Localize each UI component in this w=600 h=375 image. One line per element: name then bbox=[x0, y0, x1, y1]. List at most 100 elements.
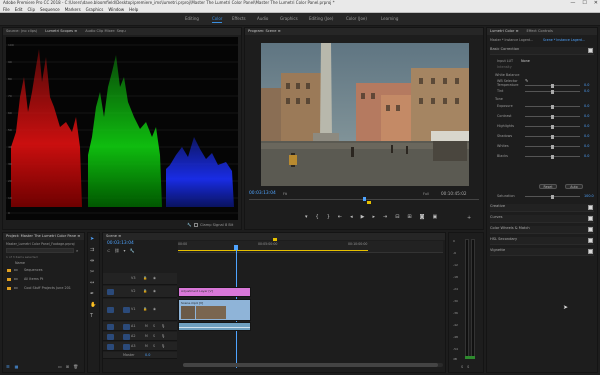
microphone-icon[interactable]: 🎙 bbox=[161, 324, 165, 328]
tab-sequence[interactable]: Scene ≡ bbox=[106, 233, 121, 240]
toggle-sync-lock-icon[interactable]: 🔒 bbox=[143, 289, 147, 293]
menu-sequence[interactable]: Sequence bbox=[40, 6, 60, 12]
slider-knob[interactable] bbox=[551, 104, 554, 109]
tab-source[interactable]: Source: (no clips) bbox=[6, 28, 37, 35]
list-item[interactable]: ▭ All Items Pt bbox=[6, 276, 82, 283]
adjustment-layer-clip[interactable]: Adjustment Layer [V] bbox=[178, 287, 251, 297]
razor-tool-icon[interactable]: ✂ bbox=[90, 269, 96, 275]
program-video-frame[interactable] bbox=[261, 43, 469, 186]
workspace-effects[interactable]: Effects bbox=[232, 16, 246, 21]
slider-value[interactable]: 0.0 bbox=[584, 104, 589, 108]
mute-button[interactable]: M bbox=[145, 344, 148, 348]
slider-knob[interactable] bbox=[551, 154, 554, 159]
timeline-timecode[interactable]: 00:03:13:04 bbox=[107, 241, 134, 246]
go-to-in-icon[interactable]: ⇤ bbox=[338, 214, 342, 220]
input-lut-select[interactable]: None bbox=[521, 59, 530, 63]
curves-header[interactable]: Curves bbox=[490, 215, 594, 223]
snap-icon[interactable]: ⊂ bbox=[107, 248, 110, 253]
play-icon[interactable]: ▶ bbox=[361, 214, 365, 220]
source-patch-a1[interactable] bbox=[107, 323, 114, 330]
mark-in-icon[interactable]: { bbox=[316, 214, 319, 220]
solo-button[interactable]: S bbox=[153, 344, 155, 348]
tab-lumetri-scopes[interactable]: Lumetri Scopes ≡ bbox=[45, 28, 77, 35]
track-select-tool-icon[interactable]: ⇉ bbox=[90, 247, 96, 253]
toggle-output-icon[interactable]: ◉ bbox=[153, 276, 156, 280]
mute-button[interactable]: M bbox=[145, 334, 148, 338]
slider-value[interactable]: 0.0 bbox=[584, 89, 589, 93]
mark-out-icon[interactable]: } bbox=[327, 214, 330, 220]
add-marker-icon[interactable]: ▾ bbox=[305, 214, 308, 220]
project-search-input[interactable] bbox=[6, 248, 74, 253]
slider-track[interactable] bbox=[525, 104, 580, 109]
step-forward-icon[interactable]: ▸ bbox=[372, 214, 375, 220]
selection-tool-icon[interactable]: ➤ bbox=[90, 236, 96, 242]
program-timecode[interactable]: 00:03:13:04 bbox=[249, 191, 276, 196]
slider-knob[interactable] bbox=[551, 144, 554, 149]
color-wheels-checkbox[interactable] bbox=[588, 227, 593, 232]
menu-file[interactable]: File bbox=[3, 6, 10, 12]
workspace-color-joe[interactable]: Color (Joe) bbox=[346, 16, 367, 21]
saturation-knob[interactable] bbox=[551, 194, 554, 199]
reset-button[interactable]: Reset bbox=[539, 184, 557, 189]
hsl-secondary-checkbox[interactable] bbox=[588, 238, 593, 243]
bit-depth-select[interactable]: 8 Bit bbox=[225, 221, 233, 230]
tab-project[interactable]: Project: Master The Lumetri Color Pane ≡ bbox=[6, 233, 80, 240]
workspace-learning[interactable]: Learning bbox=[381, 16, 398, 21]
new-bin-icon[interactable]: ▭ bbox=[58, 364, 62, 369]
solo-button[interactable]: S bbox=[153, 324, 155, 328]
slider-value[interactable]: 0.0 bbox=[584, 134, 589, 138]
new-item-icon[interactable]: ⊞ bbox=[66, 364, 69, 369]
track-target-v1[interactable] bbox=[123, 307, 130, 313]
saturation-slider[interactable] bbox=[525, 194, 580, 199]
add-button-icon[interactable]: + bbox=[467, 215, 471, 221]
playhead-marker[interactable] bbox=[363, 197, 366, 201]
slider-value[interactable]: 0.0 bbox=[584, 83, 589, 87]
toggle-output-icon[interactable]: ◉ bbox=[153, 289, 156, 293]
hsl-secondary-header[interactable]: HSL Secondary bbox=[490, 237, 594, 245]
track-target-a3[interactable] bbox=[123, 343, 130, 350]
slider-knob[interactable] bbox=[551, 89, 554, 94]
saturation-value[interactable]: 100.0 bbox=[584, 194, 594, 198]
list-item[interactable]: ▭ Sequences bbox=[6, 267, 82, 274]
vignette-header[interactable]: Vignette bbox=[490, 248, 594, 256]
work-area-bar[interactable] bbox=[178, 250, 368, 251]
type-tool-icon[interactable]: T bbox=[90, 313, 96, 319]
menu-window[interactable]: Window bbox=[108, 6, 124, 12]
source-patch-a2[interactable] bbox=[107, 333, 114, 340]
extract-icon[interactable]: ⊞ bbox=[407, 214, 411, 220]
list-item[interactable]: ▭ Cool Stuff Projects June 201 bbox=[6, 285, 82, 292]
slider-track[interactable] bbox=[525, 89, 580, 94]
slider-knob[interactable] bbox=[551, 83, 554, 88]
scrollbar-thumb[interactable] bbox=[183, 363, 438, 367]
source-clip-select[interactable]: Master * Instance Lagerd... bbox=[490, 38, 540, 42]
basic-correction-checkbox[interactable] bbox=[588, 48, 593, 53]
curves-checkbox[interactable] bbox=[588, 216, 593, 221]
menu-clip[interactable]: Clip bbox=[27, 6, 35, 12]
source-patch-a3[interactable] bbox=[107, 343, 114, 350]
tab-program[interactable]: Program: Scene ≡ bbox=[248, 28, 281, 35]
toggle-output-icon[interactable]: ◉ bbox=[153, 307, 156, 311]
slider-track[interactable] bbox=[525, 124, 580, 129]
workspace-editing-joe[interactable]: Editing (Joe) bbox=[309, 16, 333, 21]
delete-icon[interactable]: 🗑 bbox=[73, 364, 78, 369]
menu-help[interactable]: Help bbox=[129, 6, 138, 12]
slider-knob[interactable] bbox=[551, 114, 554, 119]
slider-value[interactable]: 0.0 bbox=[584, 124, 589, 128]
solo-button[interactable]: S bbox=[153, 334, 155, 338]
microphone-icon[interactable]: 🎙 bbox=[161, 344, 165, 348]
toggle-sync-lock-icon[interactable]: 🔒 bbox=[143, 307, 147, 311]
workspace-graphics[interactable]: Graphics bbox=[280, 16, 298, 21]
slider-knob[interactable] bbox=[551, 124, 554, 129]
master-volume-value[interactable]: 0.0 bbox=[145, 353, 150, 357]
basic-correction-header[interactable]: Basic Correction bbox=[490, 47, 594, 55]
audio-clip[interactable] bbox=[178, 322, 251, 331]
creative-header[interactable]: Creative bbox=[490, 204, 594, 212]
menu-markers[interactable]: Markers bbox=[65, 6, 81, 12]
step-back-icon[interactable]: ◂ bbox=[350, 214, 353, 220]
slider-knob[interactable] bbox=[551, 134, 554, 139]
wrench-icon[interactable]: 🔧 bbox=[129, 248, 134, 253]
tab-audio-clip-mixer[interactable]: Audio Clip Mixer: Sequ bbox=[85, 28, 125, 35]
wrench-icon[interactable]: 🔧 bbox=[187, 221, 191, 230]
mute-button[interactable]: M bbox=[145, 324, 148, 328]
quality-select[interactable]: Full bbox=[423, 192, 429, 196]
